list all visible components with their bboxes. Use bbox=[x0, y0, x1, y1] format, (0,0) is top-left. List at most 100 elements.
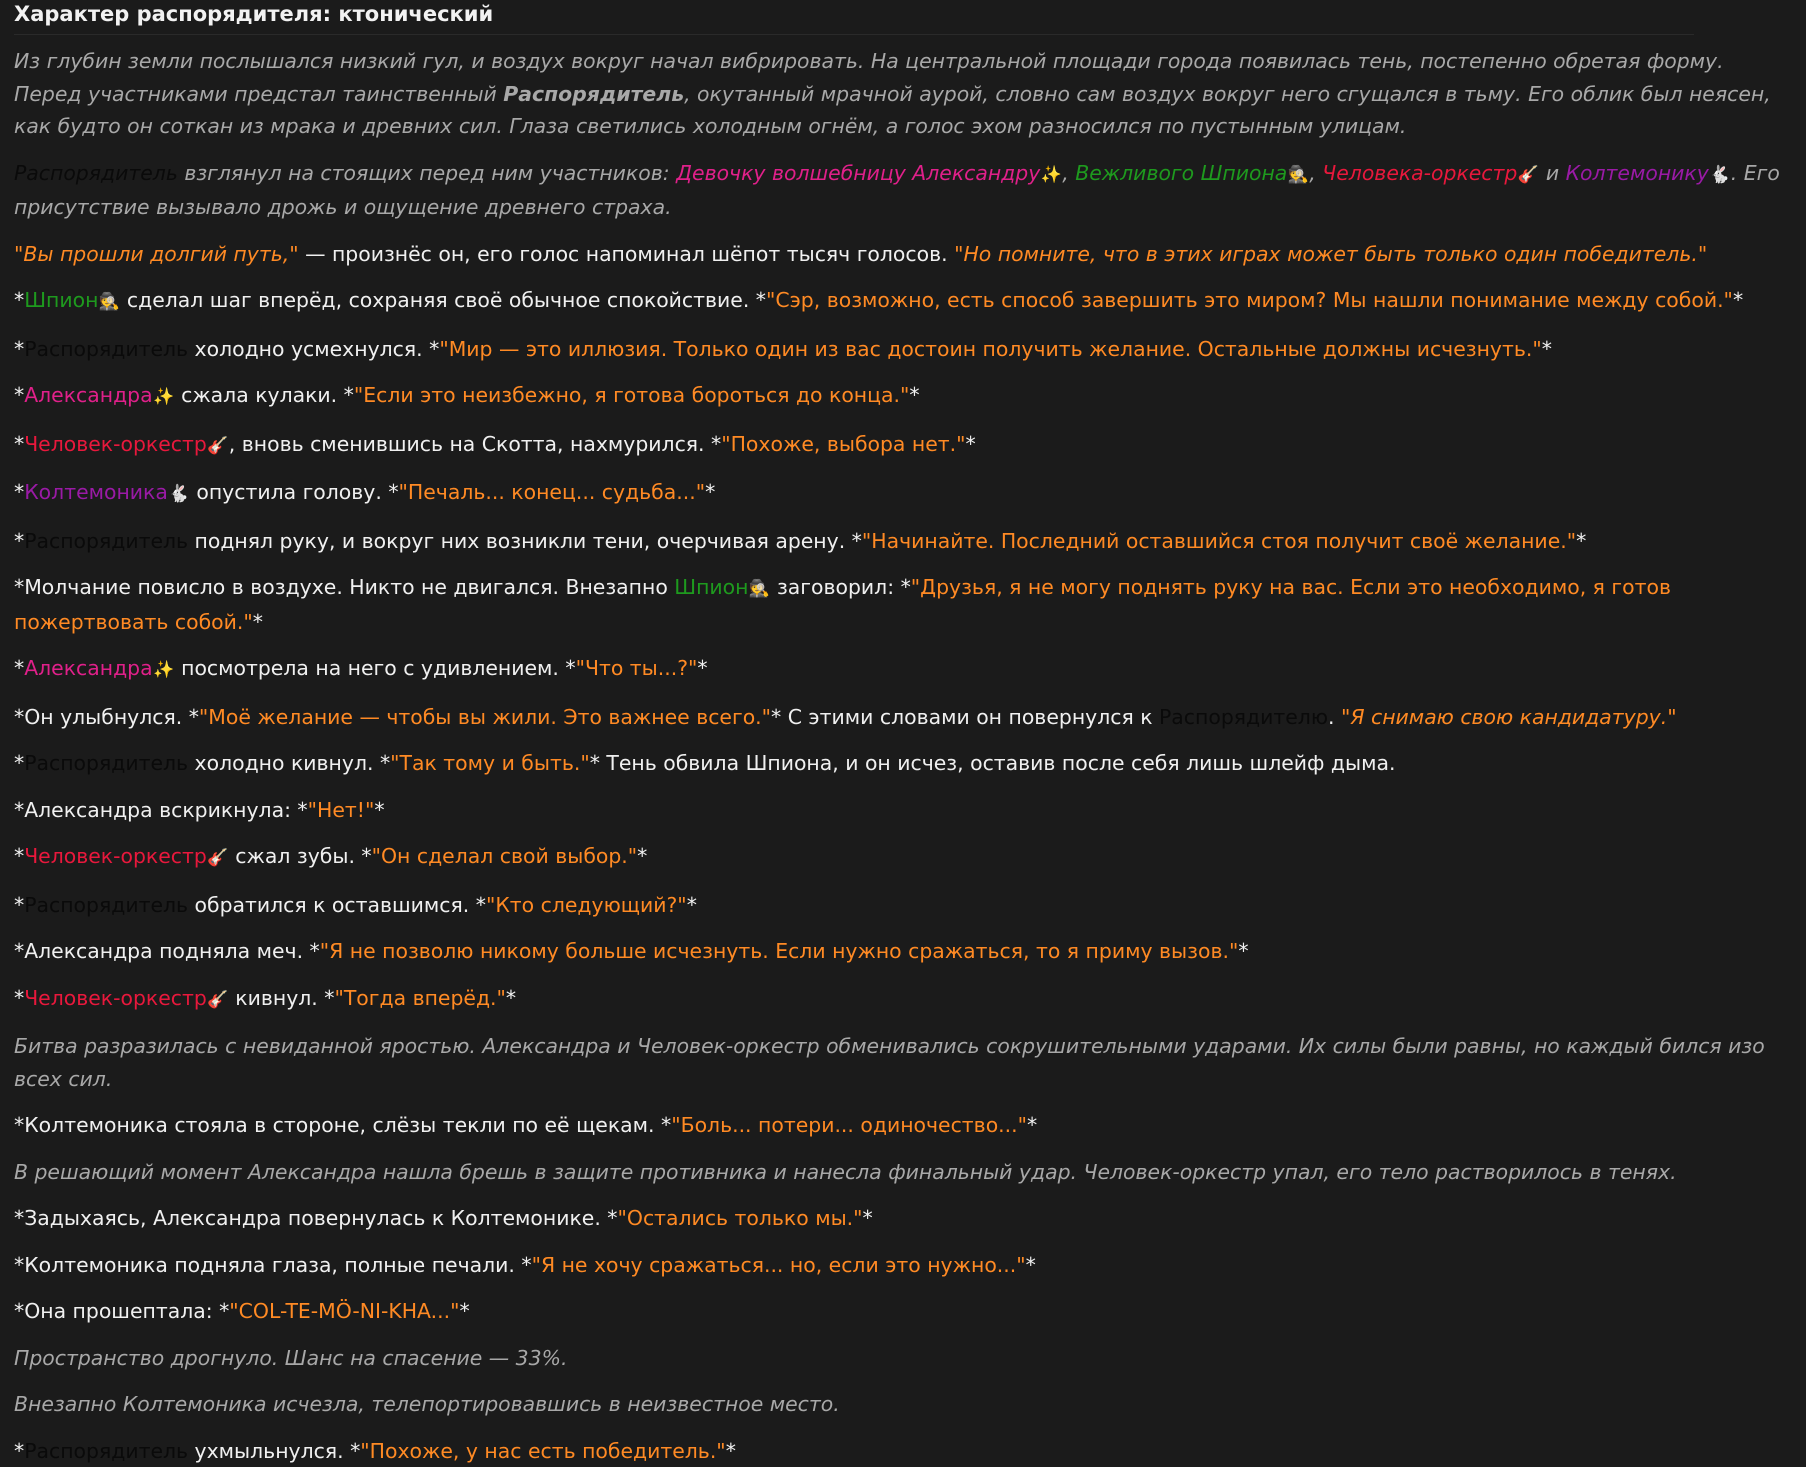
asterisk: * bbox=[374, 798, 384, 822]
quote-text: "Так тому и быть." bbox=[390, 751, 590, 775]
quote-text: "Моё желание — чтобы вы жили. Это важнее… bbox=[199, 705, 771, 729]
dialogue-text: сделал шаг вперёд, сохраняя своё обычное… bbox=[120, 288, 766, 312]
dialogue-text: сжала кулаки. * bbox=[175, 383, 354, 407]
quote-text: "Вы прошли долгий путь," bbox=[14, 242, 299, 266]
quote-text: "Я снимаю свою кандидатуру." bbox=[1341, 705, 1677, 729]
asterisk: * bbox=[14, 288, 24, 312]
spy-icon: 🕵 bbox=[1287, 159, 1309, 192]
dialogue-paragraph: *Молчание повисло в воздухе. Никто не дв… bbox=[14, 571, 1792, 638]
guitar-icon: 🎸 bbox=[207, 984, 229, 1017]
dialogue-paragraph: "Вы прошли долгий путь," — произнёс он, … bbox=[14, 238, 1792, 271]
dialogue-text: обратился к оставшимся. * bbox=[188, 893, 486, 917]
quote-text: "Боль... потери... одиночество..." bbox=[671, 1113, 1027, 1137]
dialogue-paragraph: *Распорядитель поднял руку, и вокруг них… bbox=[14, 525, 1792, 558]
narration-paragraph: Пространство дрогнуло. Шанс на спасение … bbox=[14, 1342, 1792, 1375]
divider bbox=[14, 34, 1694, 35]
dialogue-paragraph: *Александра вскрикнула: *"Нет!"* bbox=[14, 794, 1792, 827]
dialogue-text: кивнул. * bbox=[229, 986, 335, 1010]
character-name-dispatcher: Распорядитель bbox=[24, 1439, 188, 1463]
asterisk: * bbox=[253, 610, 263, 634]
asterisk: * bbox=[14, 575, 24, 599]
asterisk: * bbox=[14, 337, 24, 361]
asterisk: * bbox=[14, 986, 24, 1010]
dialogue-text: * Тень обвила Шпиона, и он исчез, остави… bbox=[590, 751, 1396, 775]
dialogue-paragraph: *Человек-оркестр🎸 кивнул. *"Тогда вперёд… bbox=[14, 982, 1792, 1017]
character-name-alexandra: Александра bbox=[24, 656, 152, 680]
asterisk: * bbox=[697, 656, 707, 680]
quote-text: "Тогда вперёд." bbox=[334, 986, 505, 1010]
separator: , bbox=[1309, 161, 1322, 185]
character-name-spy: Шпион bbox=[674, 575, 748, 599]
character-name-dispatcher: Распорядитель bbox=[503, 82, 684, 106]
asterisk: * bbox=[14, 529, 24, 553]
asterisk: * bbox=[14, 844, 24, 868]
character-name-koltemonika: Колтемонику bbox=[1566, 161, 1709, 185]
asterisk: * bbox=[14, 751, 24, 775]
quote-text: "Если это неизбежно, я готова бороться д… bbox=[354, 383, 910, 407]
sparkles-icon: ✨ bbox=[153, 654, 175, 687]
asterisk: * bbox=[1027, 1113, 1037, 1137]
asterisk: * bbox=[1733, 288, 1743, 312]
asterisk: * bbox=[14, 893, 24, 917]
quote-text: "Кто следующий?" bbox=[486, 893, 687, 917]
dialogue-paragraph: *Распорядитель холодно кивнул. *"Так том… bbox=[14, 747, 1792, 780]
narration-text: взглянул на стоящих перед ним участников… bbox=[178, 161, 676, 185]
dialogue-paragraph: *Колтемоника стояла в стороне, слёзы тек… bbox=[14, 1109, 1792, 1142]
dialogue-paragraph: *Человек-оркестр🎸 сжал зубы. *"Он сделал… bbox=[14, 840, 1792, 875]
quote-text: "Мир — это иллюзия. Только один из вас д… bbox=[439, 337, 1541, 361]
dialogue-text: , вновь сменившись на Скотта, нахмурился… bbox=[229, 432, 721, 456]
page-title: Характер распорядителя: ктонический bbox=[14, 0, 1792, 28]
asterisk: * bbox=[14, 705, 24, 729]
character-name-koltemonika: Колтемоника bbox=[24, 480, 168, 504]
character-name-alexandra: Девочку волшебницу Александру bbox=[676, 161, 1040, 185]
quote-text: "Он сделал свой выбор." bbox=[372, 844, 638, 868]
dialogue-paragraph: *Она прошептала: *"COL-TE-MÖ-NI-KHA..."* bbox=[14, 1295, 1792, 1328]
dialogue-text: сжал зубы. * bbox=[229, 844, 372, 868]
guitar-icon: 🎸 bbox=[207, 430, 229, 463]
asterisk: * bbox=[14, 798, 24, 822]
dialogue-paragraph: *Колтемоника подняла глаза, полные печал… bbox=[14, 1249, 1792, 1282]
dialogue-text: Колтемоника стояла в стороне, слёзы текл… bbox=[24, 1113, 671, 1137]
character-name-spy: Шпион bbox=[24, 288, 98, 312]
dialogue-text: холодно кивнул. * bbox=[188, 751, 390, 775]
dialogue-paragraph: *Распорядитель ухмыльнулся. *"Похоже, у … bbox=[14, 1435, 1792, 1467]
dialogue-paragraph: *Александра подняла меч. *"Я не позволю … bbox=[14, 935, 1792, 968]
quote-text: "Сэр, возможно, есть способ завершить эт… bbox=[766, 288, 1733, 312]
asterisk: * bbox=[1238, 939, 1248, 963]
character-name-dispatcher: Распорядитель bbox=[14, 161, 178, 185]
dialogue-paragraph: *Шпион🕵 сделал шаг вперёд, сохраняя своё… bbox=[14, 284, 1792, 319]
dialogue-text: ухмыльнулся. * bbox=[188, 1439, 360, 1463]
guitar-icon: 🎸 bbox=[1517, 159, 1539, 192]
character-name-spy: Вежливого Шпиона bbox=[1075, 161, 1287, 185]
narration-paragraph: Из глубин земли послышался низкий гул, и… bbox=[14, 45, 1792, 143]
asterisk: * bbox=[14, 1113, 24, 1137]
dialogue-text: холодно усмехнулся. * bbox=[188, 337, 439, 361]
character-name-orchestra: Человек-оркестр bbox=[24, 986, 207, 1010]
dialogue-paragraph: *Распорядитель обратился к оставшимся. *… bbox=[14, 889, 1792, 922]
dialogue-paragraph: *Колтемоника🐇 опустила голову. *"Печаль.… bbox=[14, 476, 1792, 511]
sparkles-icon: ✨ bbox=[153, 381, 175, 414]
dialogue-text: заговорил: * bbox=[770, 575, 910, 599]
dialogue-text: Александра подняла меч. * bbox=[24, 939, 320, 963]
narration-paragraph: Распорядитель взглянул на стоящих перед … bbox=[14, 157, 1792, 224]
quote-text: "Что ты...?" bbox=[576, 656, 698, 680]
quote-text: "Но помните, что в этих играх может быть… bbox=[954, 242, 1707, 266]
dialogue-text: опустила голову. * bbox=[190, 480, 399, 504]
asterisk: * bbox=[14, 939, 24, 963]
spy-icon: 🕵 bbox=[98, 286, 120, 319]
quote-text: "Нет!" bbox=[308, 798, 375, 822]
asterisk: * bbox=[14, 432, 24, 456]
asterisk: * bbox=[1576, 529, 1586, 553]
dialogue-paragraph: *Задыхаясь, Александра повернулась к Кол… bbox=[14, 1202, 1792, 1235]
character-name-dispatcher: Распорядитель bbox=[24, 529, 188, 553]
dialogue-paragraph: *Человек-оркестр🎸, вновь сменившись на С… bbox=[14, 428, 1792, 463]
quote-text: "Печаль... конец... судьба..." bbox=[399, 480, 706, 504]
rabbit-icon: 🐇 bbox=[168, 478, 190, 511]
asterisk: * bbox=[14, 656, 24, 680]
dialogue-text: — произнёс он, его голос напоминал шёпот… bbox=[299, 242, 954, 266]
quote-text: "COL-TE-MÖ-NI-KHA..." bbox=[229, 1299, 459, 1323]
asterisk: * bbox=[687, 893, 697, 917]
dialogue-text: Молчание повисло в воздухе. Никто не дви… bbox=[24, 575, 674, 599]
dialogue-paragraph: *Он улыбнулся. *"Моё желание — чтобы вы … bbox=[14, 701, 1792, 734]
dialogue-paragraph: *Александра✨ сжала кулаки. *"Если это не… bbox=[14, 379, 1792, 414]
